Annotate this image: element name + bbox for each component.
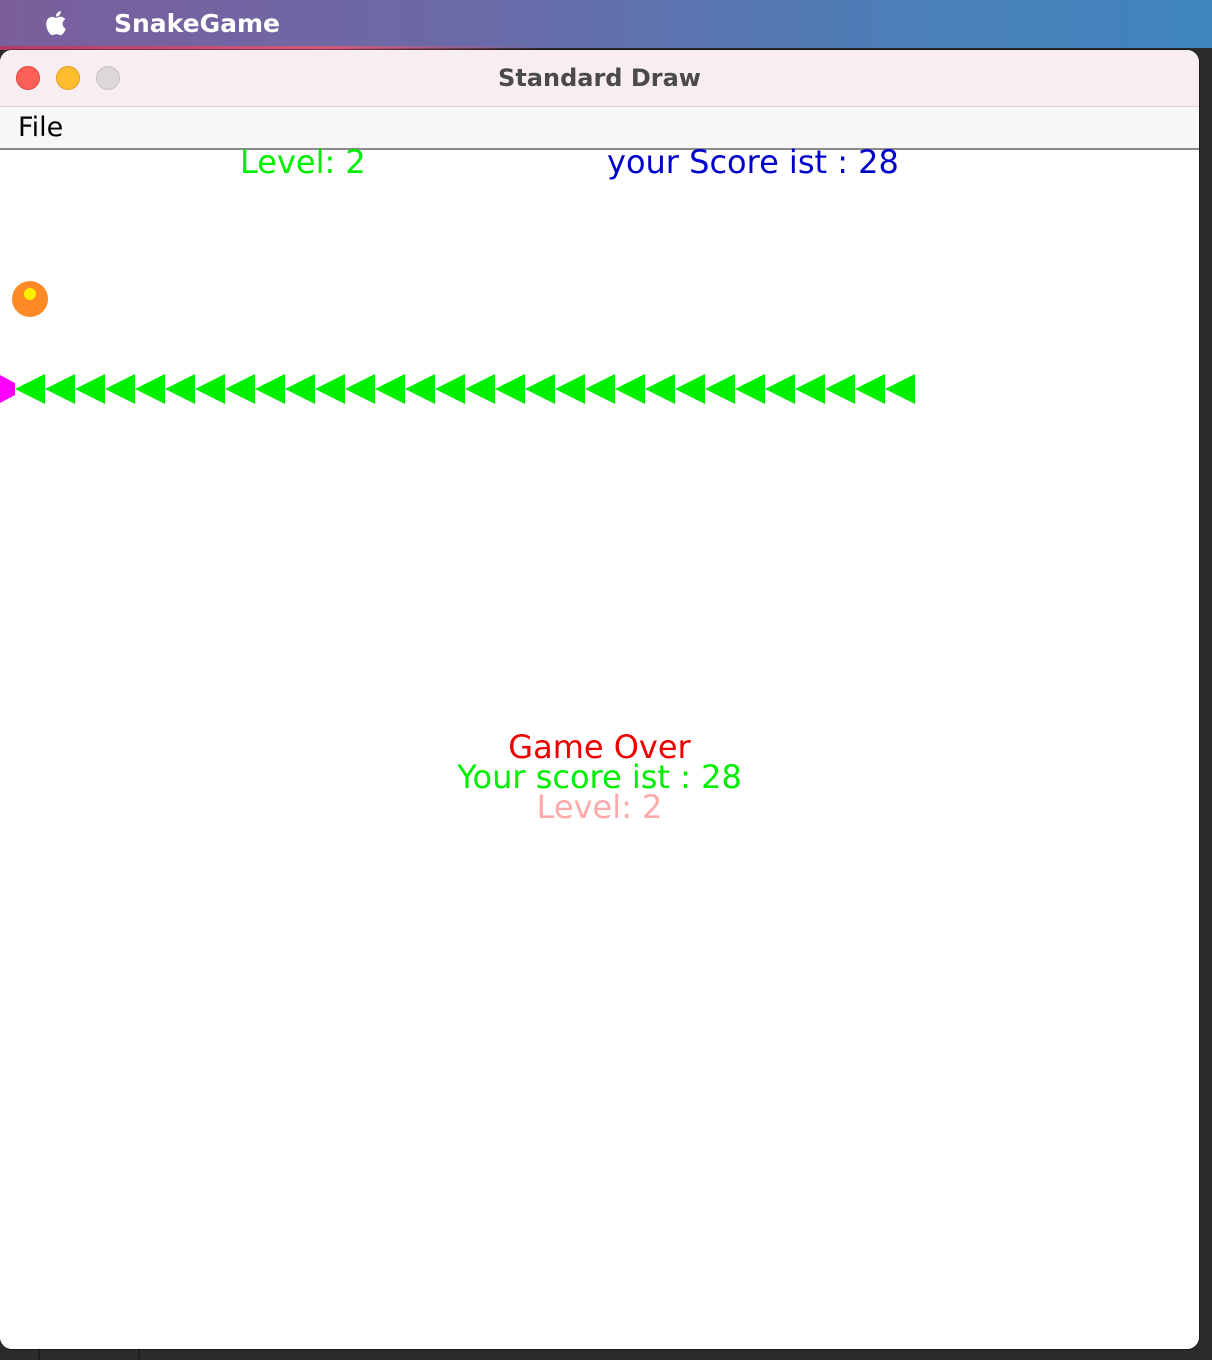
snake-segment	[405, 374, 435, 404]
standard-draw-window: Standard Draw File Level: 2 your Score i…	[0, 50, 1199, 1349]
snake-segment	[105, 374, 135, 404]
snake-segment	[45, 374, 75, 404]
snake-segment	[195, 374, 225, 404]
snake-segment	[855, 374, 885, 404]
window-title-bar[interactable]: Standard Draw	[0, 50, 1199, 107]
file-menu[interactable]: File	[18, 111, 63, 145]
snake-segment	[315, 374, 345, 404]
window-menu-bar: File	[0, 107, 1199, 150]
snake-segment	[435, 374, 465, 404]
snake-segment	[705, 374, 735, 404]
food-highlight	[24, 288, 36, 300]
snake-segment	[585, 374, 615, 404]
snake-segment	[885, 374, 915, 404]
apple-icon[interactable]	[40, 6, 74, 40]
snake-segment	[735, 374, 765, 404]
snake-segment	[75, 374, 105, 404]
game-over-level: Level: 2	[536, 788, 663, 826]
hud-level-text: Level: 2	[240, 143, 366, 181]
window-title: Standard Draw	[498, 64, 701, 92]
snake-segment	[645, 374, 675, 404]
snake-segment	[165, 374, 195, 404]
snake-segment	[375, 374, 405, 404]
app-name[interactable]: SnakeGame	[114, 8, 280, 40]
snake-segment	[525, 374, 555, 404]
snake-segment	[825, 374, 855, 404]
snake-segment	[465, 374, 495, 404]
snake-segment	[555, 374, 585, 404]
snake-segment	[675, 374, 705, 404]
snake-segment	[765, 374, 795, 404]
snake-segment	[285, 374, 315, 404]
snake-segment	[225, 374, 255, 404]
snake-segment	[15, 374, 45, 404]
snake-segment	[345, 374, 375, 404]
snake-segment	[615, 374, 645, 404]
snake-segment	[135, 374, 165, 404]
snake-segment	[495, 374, 525, 404]
macos-menu-bar: SnakeGame	[0, 0, 1212, 48]
snake-segment	[795, 374, 825, 404]
hud-score-text: your Score ist : 28	[607, 143, 899, 181]
snake-head	[0, 375, 15, 403]
snake-segment	[255, 374, 285, 404]
game-canvas[interactable]: Level: 2 your Score ist : 28 Game Over Y…	[0, 146, 1199, 1349]
